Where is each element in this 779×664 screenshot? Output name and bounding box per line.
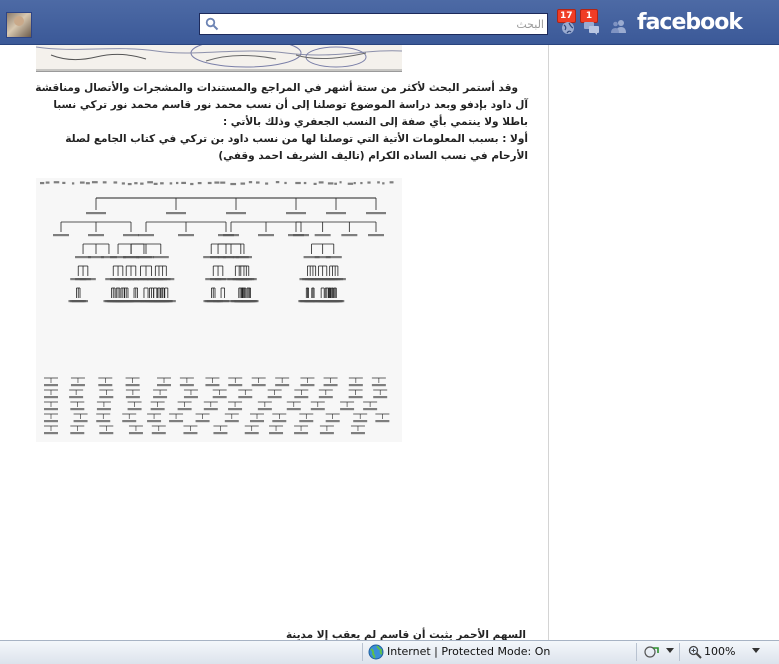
security-zone-text[interactable]: Internet | Protected Mode: On — [387, 645, 550, 658]
post-content: وقد أستمر البحث لأكثر من ستة أشهر في الم… — [0, 45, 549, 640]
zoom-level[interactable]: 100% — [704, 645, 735, 658]
status-divider — [636, 643, 637, 661]
status-divider — [679, 643, 680, 661]
point-1-line-2: الأرحام في نسب الساده الكرام (تاليف الشر… — [218, 150, 528, 162]
facebook-logo[interactable]: facebook — [637, 10, 743, 35]
messages-jewel[interactable]: 1 — [580, 9, 602, 37]
globe-icon — [562, 22, 574, 34]
status-divider — [362, 643, 363, 661]
document-stamp-image — [36, 45, 402, 72]
zoom-dropdown-icon[interactable] — [752, 648, 760, 653]
paragraph-line-1: وقد أستمر البحث لأكثر من ستة أشهر في الم… — [35, 82, 518, 94]
post-paragraph: وقد أستمر البحث لأكثر من ستة أشهر في الم… — [28, 80, 528, 165]
family-tree-image[interactable] — [36, 178, 402, 442]
notifications-jewel[interactable]: 17 — [557, 9, 579, 37]
zoom-icon[interactable] — [688, 645, 702, 659]
paragraph-line-3: باطلا ولا ينتمي بأي صفة إلى النسب الجعفر… — [222, 116, 528, 128]
search-input[interactable] — [224, 14, 546, 34]
friend-requests-jewel[interactable] — [607, 9, 629, 37]
point-1-line-1: أولا : بسبب المعلومات الأتية التي توصلنا… — [65, 133, 528, 145]
right-sidebar — [549, 45, 779, 640]
protected-mode-icon[interactable] — [644, 645, 660, 659]
search-icon[interactable] — [205, 17, 219, 31]
browser-status-bar: Internet | Protected Mode: On 100% — [0, 640, 779, 664]
facebook-top-bar: 17 1 facebook — [0, 0, 779, 45]
internet-zone-globe-icon — [368, 644, 384, 660]
avatar[interactable] — [6, 12, 32, 38]
post-bottom-line: السهم الأحمر يثبت أن قاسم لم يعقب إلا مد… — [285, 629, 526, 640]
paragraph-line-2: آل داود بإدفو وبعد دراسة الموضوع توصلنا … — [53, 99, 528, 111]
chat-bubbles-icon — [584, 22, 599, 35]
search-box[interactable] — [199, 13, 548, 35]
protected-mode-dropdown-icon[interactable] — [666, 648, 674, 653]
friends-icon — [611, 20, 626, 33]
